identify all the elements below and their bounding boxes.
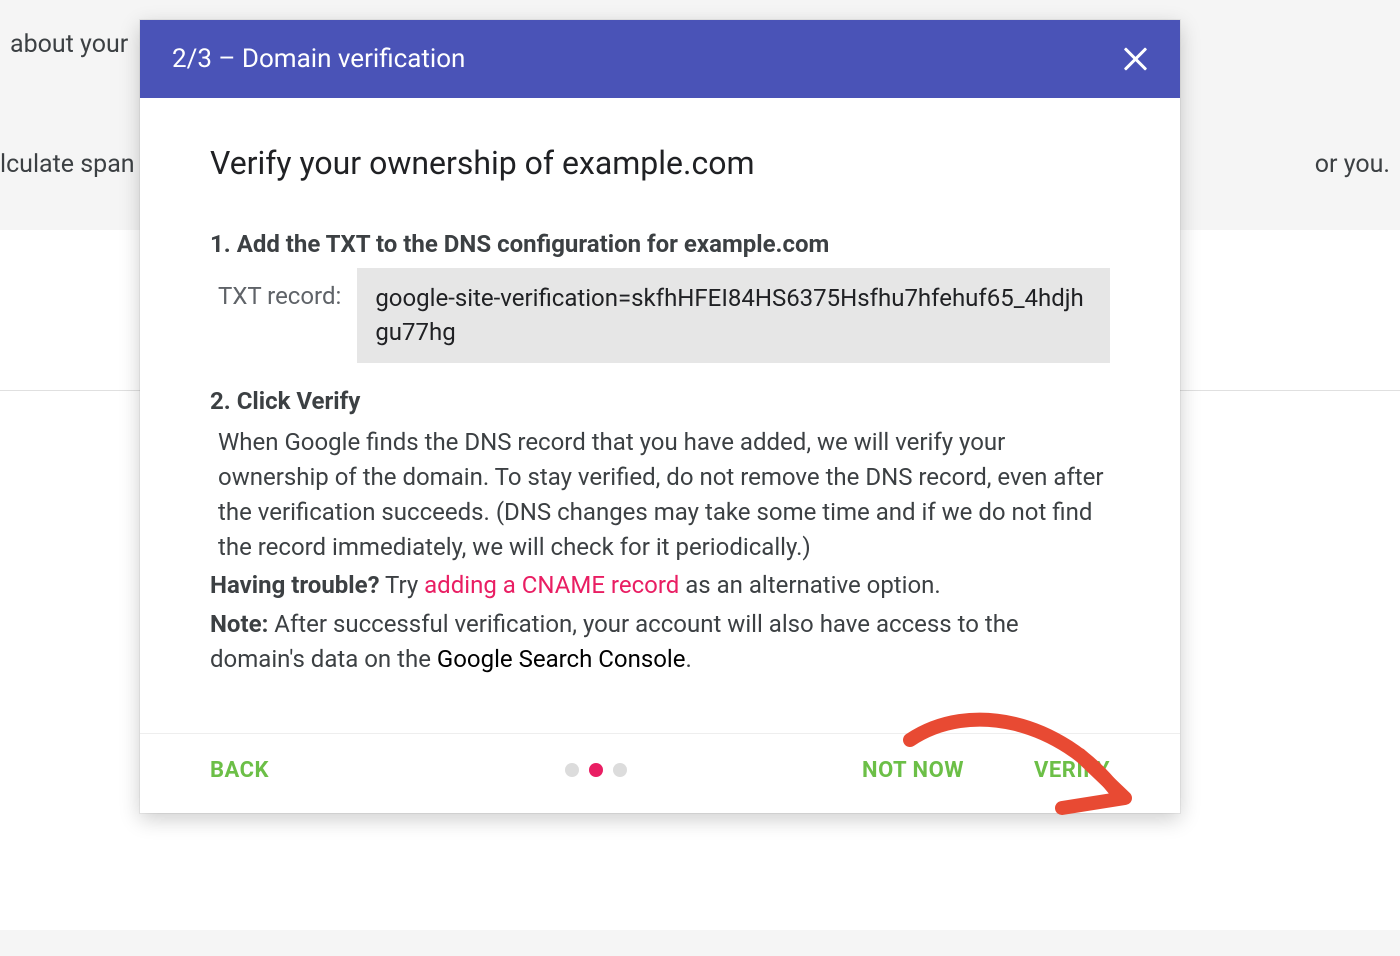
- trouble-line: Having trouble? Try adding a CNAME recor…: [210, 568, 1110, 603]
- txt-record-row: TXT record: google-site-verification=skf…: [210, 268, 1110, 363]
- step-dot-3: [613, 763, 627, 777]
- verify-heading: Verify your ownership of example.com: [210, 144, 1110, 182]
- step-dot-1: [565, 763, 579, 777]
- trouble-tail: as an alternative option.: [679, 571, 940, 599]
- txt-record-value[interactable]: google-site-verification=skfhHFEI84HS637…: [357, 268, 1110, 363]
- background-text-fragment: or you.: [1315, 150, 1390, 179]
- note-line: Note: After successful verification, you…: [210, 607, 1110, 677]
- trouble-try: Try: [380, 571, 425, 599]
- not-now-button[interactable]: NOT NOW: [862, 758, 964, 783]
- dialog-header: 2/3 – Domain verification: [140, 20, 1180, 98]
- close-icon[interactable]: [1122, 46, 1148, 72]
- verification-explanation: When Google finds the DNS record that yo…: [210, 425, 1110, 564]
- dialog-body: Verify your ownership of example.com 1. …: [140, 98, 1180, 697]
- txt-record-label: TXT record:: [218, 268, 341, 310]
- background-text-fragment: about your: [10, 30, 128, 59]
- note-period: .: [685, 645, 691, 673]
- step-1-heading: 1. Add the TXT to the DNS configuration …: [210, 230, 1110, 258]
- dialog-title: 2/3 – Domain verification: [172, 44, 465, 74]
- trouble-strong: Having trouble?: [210, 571, 380, 599]
- note-strong: Note:: [210, 610, 268, 638]
- back-button[interactable]: BACK: [210, 758, 269, 783]
- dialog-footer: BACK NOT NOW VERIFY: [140, 733, 1180, 813]
- background-text-fragment: lculate span: [0, 150, 135, 179]
- step-2-heading: 2. Click Verify: [210, 387, 1110, 415]
- domain-verification-dialog: 2/3 – Domain verification Verify your ow…: [140, 20, 1180, 813]
- cname-link[interactable]: adding a CNAME record: [424, 571, 679, 599]
- step-dot-2: [589, 763, 603, 777]
- google-search-console-text: Google Search Console: [437, 645, 686, 673]
- verify-button[interactable]: VERIFY: [1034, 758, 1110, 783]
- step-indicator: [565, 763, 627, 777]
